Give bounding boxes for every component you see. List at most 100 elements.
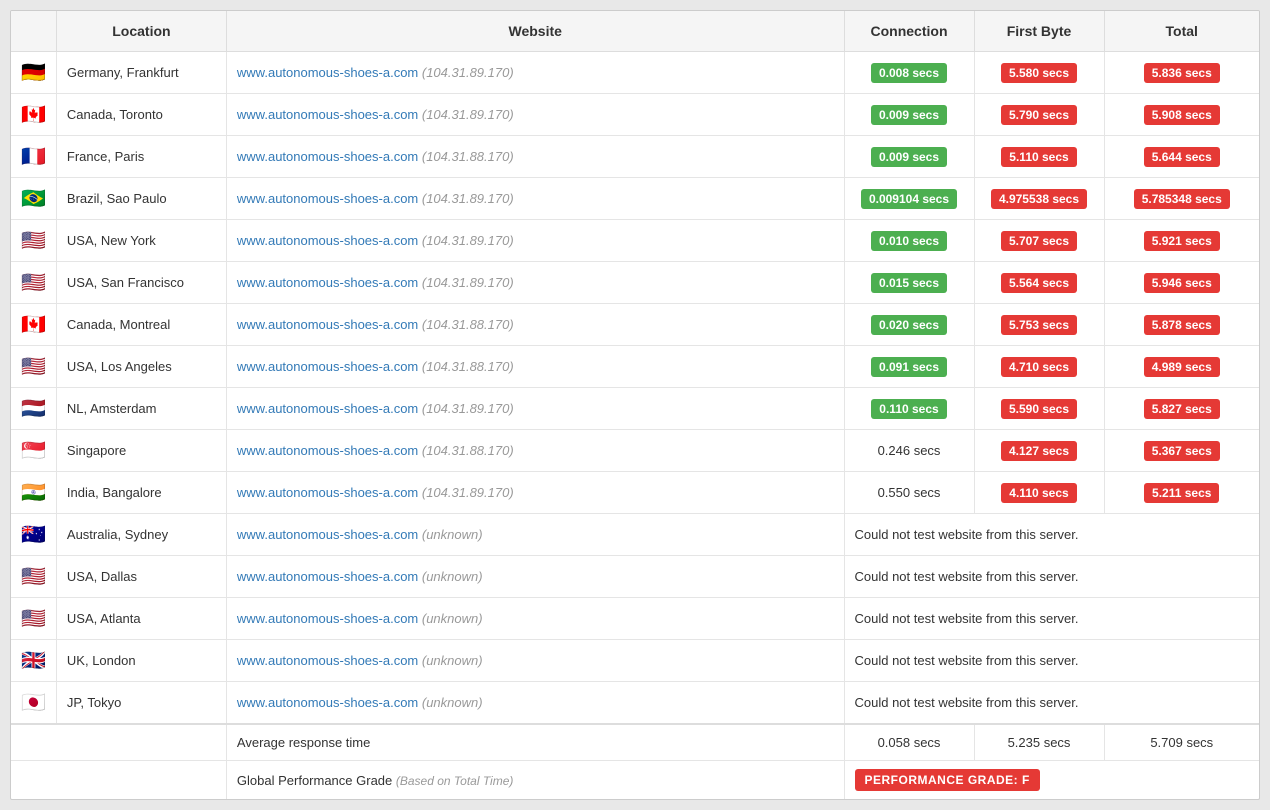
firstbyte-badge: 5.564 secs	[1001, 273, 1077, 293]
error-message: Could not test website from this server.	[844, 598, 1259, 640]
flag-cell: 🇺🇸	[11, 262, 56, 304]
firstbyte-cell: 4.710 secs	[974, 346, 1104, 388]
website-ip: (unknown)	[418, 611, 482, 626]
website-cell: www.autonomous-shoes-a.com (104.31.88.17…	[226, 430, 844, 472]
flag-cell: 🇺🇸	[11, 346, 56, 388]
flag-cell: 🇩🇪	[11, 52, 56, 94]
flag-cell: 🇮🇳	[11, 472, 56, 514]
total-cell: 5.878 secs	[1104, 304, 1259, 346]
header-location: Location	[56, 11, 226, 52]
location-cell: USA, New York	[56, 220, 226, 262]
header-website: Website	[226, 11, 844, 52]
website-cell: www.autonomous-shoes-a.com (104.31.89.17…	[226, 262, 844, 304]
connection-cell: 0.010 secs	[844, 220, 974, 262]
firstbyte-cell: 5.790 secs	[974, 94, 1104, 136]
average-row: Average response time0.058 secs5.235 sec…	[11, 724, 1259, 761]
website-cell: www.autonomous-shoes-a.com (104.31.89.17…	[226, 388, 844, 430]
website-ip: (104.31.88.170)	[418, 443, 513, 458]
location-cell: UK, London	[56, 640, 226, 682]
total-badge: 5.836 secs	[1144, 63, 1220, 83]
website-ip: (104.31.88.170)	[418, 317, 513, 332]
firstbyte-cell: 4.110 secs	[974, 472, 1104, 514]
location-cell: France, Paris	[56, 136, 226, 178]
performance-grade-badge: PERFORMANCE GRADE: F	[855, 769, 1040, 791]
table-row: 🇺🇸USA, Dallaswww.autonomous-shoes-a.com …	[11, 556, 1259, 598]
website-url: www.autonomous-shoes-a.com	[237, 443, 418, 458]
website-url: www.autonomous-shoes-a.com	[237, 191, 418, 206]
firstbyte-badge: 5.590 secs	[1001, 399, 1077, 419]
total-cell: 5.367 secs	[1104, 430, 1259, 472]
firstbyte-cell: 5.110 secs	[974, 136, 1104, 178]
website-url: www.autonomous-shoes-a.com	[237, 107, 418, 122]
table-row: 🇸🇬Singaporewww.autonomous-shoes-a.com (1…	[11, 430, 1259, 472]
connection-cell: 0.020 secs	[844, 304, 974, 346]
header-total: Total	[1104, 11, 1259, 52]
firstbyte-badge: 4.710 secs	[1001, 357, 1077, 377]
average-flag-cell	[11, 724, 226, 761]
error-message: Could not test website from this server.	[844, 556, 1259, 598]
header-firstbyte: First Byte	[974, 11, 1104, 52]
total-cell: 5.921 secs	[1104, 220, 1259, 262]
total-badge: 5.367 secs	[1144, 441, 1220, 461]
website-cell: www.autonomous-shoes-a.com (unknown)	[226, 598, 844, 640]
flag-cell: 🇦🇺	[11, 514, 56, 556]
flag-cell: 🇯🇵	[11, 682, 56, 725]
average-total: 5.709 secs	[1104, 724, 1259, 761]
header-flag	[11, 11, 56, 52]
firstbyte-badge: 4.127 secs	[1001, 441, 1077, 461]
total-badge: 5.785348 secs	[1134, 189, 1230, 209]
table-row: 🇳🇱NL, Amsterdamwww.autonomous-shoes-a.co…	[11, 388, 1259, 430]
location-cell: Australia, Sydney	[56, 514, 226, 556]
average-firstbyte: 5.235 secs	[974, 724, 1104, 761]
total-badge: 4.989 secs	[1144, 357, 1220, 377]
grade-label: Global Performance Grade	[237, 773, 396, 788]
grade-label-cell: Global Performance Grade (Based on Total…	[226, 761, 844, 800]
connection-cell: 0.015 secs	[844, 262, 974, 304]
connection-cell: 0.091 secs	[844, 346, 974, 388]
connection-badge: 0.020 secs	[871, 315, 947, 335]
grade-badge-cell: PERFORMANCE GRADE: F	[844, 761, 1259, 800]
website-ip: (unknown)	[418, 695, 482, 710]
total-cell: 5.827 secs	[1104, 388, 1259, 430]
location-cell: Canada, Montreal	[56, 304, 226, 346]
flag-cell: 🇸🇬	[11, 430, 56, 472]
total-badge: 5.878 secs	[1144, 315, 1220, 335]
flag-cell: 🇳🇱	[11, 388, 56, 430]
connection-cell: 0.009 secs	[844, 136, 974, 178]
total-badge: 5.827 secs	[1144, 399, 1220, 419]
location-cell: JP, Tokyo	[56, 682, 226, 725]
table-row: 🇺🇸USA, San Franciscowww.autonomous-shoes…	[11, 262, 1259, 304]
website-cell: www.autonomous-shoes-a.com (unknown)	[226, 682, 844, 725]
website-cell: www.autonomous-shoes-a.com (104.31.89.17…	[226, 178, 844, 220]
flag-cell: 🇫🇷	[11, 136, 56, 178]
firstbyte-cell: 5.590 secs	[974, 388, 1104, 430]
firstbyte-cell: 5.707 secs	[974, 220, 1104, 262]
location-cell: USA, San Francisco	[56, 262, 226, 304]
connection-cell: 0.110 secs	[844, 388, 974, 430]
flag-cell: 🇺🇸	[11, 556, 56, 598]
total-cell: 5.908 secs	[1104, 94, 1259, 136]
connection-cell: 0.008 secs	[844, 52, 974, 94]
website-ip: (unknown)	[418, 527, 482, 542]
total-cell: 5.211 secs	[1104, 472, 1259, 514]
flag-cell: 🇺🇸	[11, 598, 56, 640]
error-message: Could not test website from this server.	[844, 514, 1259, 556]
website-url: www.autonomous-shoes-a.com	[237, 569, 418, 584]
total-cell: 4.989 secs	[1104, 346, 1259, 388]
firstbyte-badge: 5.707 secs	[1001, 231, 1077, 251]
grade-based-on: (Based on Total Time)	[396, 774, 514, 788]
table-row: 🇯🇵JP, Tokyowww.autonomous-shoes-a.com (u…	[11, 682, 1259, 725]
firstbyte-cell: 5.580 secs	[974, 52, 1104, 94]
grade-row: Global Performance Grade (Based on Total…	[11, 761, 1259, 800]
table-row: 🇺🇸USA, New Yorkwww.autonomous-shoes-a.co…	[11, 220, 1259, 262]
total-badge: 5.946 secs	[1144, 273, 1220, 293]
location-cell: NL, Amsterdam	[56, 388, 226, 430]
website-url: www.autonomous-shoes-a.com	[237, 275, 418, 290]
grade-flag-cell	[11, 761, 226, 800]
total-badge: 5.644 secs	[1144, 147, 1220, 167]
connection-cell: 0.009 secs	[844, 94, 974, 136]
flag-cell: 🇬🇧	[11, 640, 56, 682]
total-cell: 5.836 secs	[1104, 52, 1259, 94]
total-cell: 5.946 secs	[1104, 262, 1259, 304]
table-row: 🇫🇷France, Pariswww.autonomous-shoes-a.co…	[11, 136, 1259, 178]
